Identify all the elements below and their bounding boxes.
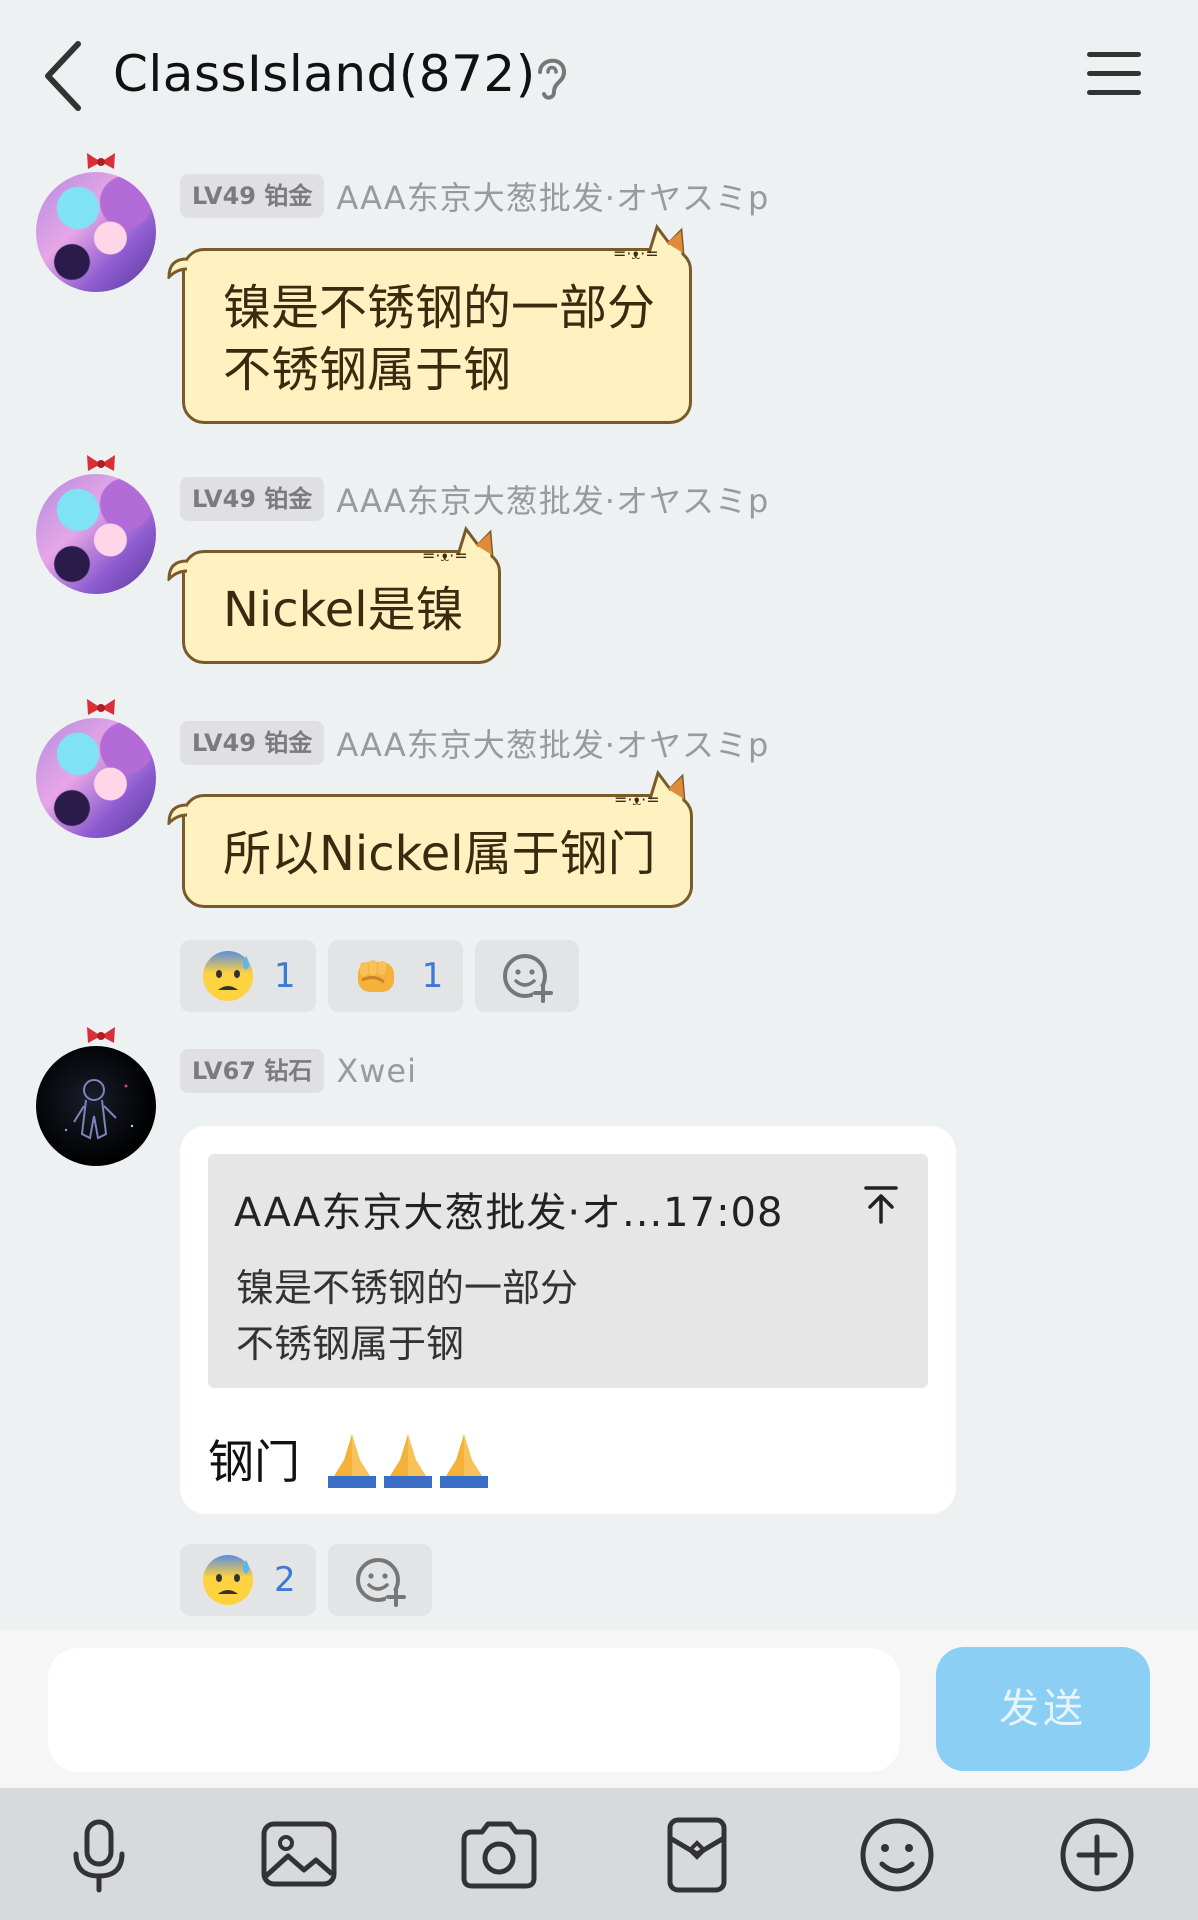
add-reaction-button[interactable]: [327, 1544, 432, 1616]
sender-name[interactable]: AAA东京大葱批发·オヤスミp: [336, 476, 769, 522]
avatar[interactable]: [36, 718, 156, 838]
back-arrow-icon[interactable]: [40, 38, 90, 114]
message-text-line: 所以Nickel属于钢门: [223, 826, 656, 882]
reaction-bar: 1 1: [180, 940, 580, 1012]
message-text: 钢门: [208, 1435, 300, 1489]
menu-icon[interactable]: [1085, 48, 1143, 98]
sender-name[interactable]: AAA东京大葱批发·オヤスミp: [336, 173, 769, 219]
praying-hands-icon: [328, 1434, 376, 1488]
bubble-tail-icon: [167, 559, 188, 581]
level-badge: LV49 铂金: [180, 174, 325, 218]
image-icon[interactable]: [254, 1810, 344, 1900]
reaction-count: 1: [421, 956, 444, 996]
bubble-tail-icon: [167, 803, 188, 825]
message-bubble[interactable]: =·ᴥ·= 所以Nickel属于钢门: [167, 769, 693, 908]
composer: 发送: [0, 1630, 1198, 1788]
message-bubble[interactable]: AAA东京大葱批发·オ...17:08 镍是不锈钢的一部分 不锈钢属于钢 钢门: [180, 1126, 956, 1514]
reaction-chip[interactable]: 1: [180, 940, 316, 1012]
reaction-bar: 2: [180, 1544, 432, 1616]
chat-title[interactable]: ClassIsland(872): [113, 45, 536, 103]
quoted-message[interactable]: AAA东京大葱批发·オ...17:08 镍是不锈钢的一部分 不锈钢属于钢: [208, 1154, 928, 1388]
astronaut-icon: [64, 1079, 134, 1140]
anxious-sweat-face-icon: [203, 951, 253, 1001]
cat-ears-icon: =·ᴥ·=: [422, 525, 494, 565]
anxious-sweat-face-icon: [203, 1555, 253, 1605]
avatar[interactable]: [36, 172, 156, 292]
quote-header: AAA东京大葱批发·オ...17:08: [234, 1190, 784, 1236]
reply-text-row: 钢门: [208, 1426, 492, 1492]
reaction-chip[interactable]: 2: [180, 1544, 316, 1616]
message-bubble[interactable]: =·ᴥ·= 镍是不锈钢的一部分 不锈钢属于钢: [167, 223, 693, 424]
red-packet-icon[interactable]: [652, 1810, 742, 1900]
svg-text:=·ᴥ·=: =·ᴥ·=: [422, 546, 468, 565]
chat-header: ClassIsland(872): [0, 0, 1198, 150]
microphone-icon[interactable]: [54, 1810, 144, 1900]
cat-ears-icon: =·ᴥ·=: [614, 769, 686, 809]
avatar[interactable]: [36, 474, 156, 594]
add-reaction-button[interactable]: [475, 940, 580, 1012]
plus-icon[interactable]: [1052, 1810, 1142, 1900]
pray-emoji-group: [324, 1430, 492, 1488]
bow-icon: [87, 153, 115, 169]
cat-ears-icon: =·ᴥ·=: [613, 223, 685, 263]
add-reaction-icon: [503, 954, 554, 1003]
bow-icon: [87, 1027, 115, 1043]
bow-icon: [87, 699, 115, 715]
sender-row: LV67 钻石 Xwei: [180, 1048, 417, 1094]
bow-icon: [87, 455, 115, 471]
sender-row: LV49 铂金 AAA东京大葱批发·オヤスミp: [180, 476, 769, 522]
sender-name[interactable]: Xwei: [336, 1052, 417, 1090]
send-button[interactable]: 发送: [936, 1647, 1150, 1771]
camera-icon[interactable]: [454, 1810, 544, 1900]
level-badge: LV49 铂金: [180, 721, 325, 765]
quote-body: 镍是不锈钢的一部分 不锈钢属于钢: [236, 1260, 578, 1372]
message-bubble[interactable]: =·ᴥ·= Nickel是镍: [167, 525, 501, 664]
praying-hands-icon: [384, 1434, 432, 1488]
quote-line: 不锈钢属于钢: [236, 1322, 465, 1366]
fist-icon: [357, 960, 394, 992]
message-input[interactable]: [48, 1648, 900, 1772]
praying-hands-icon: [440, 1434, 488, 1488]
emoji-icon[interactable]: [852, 1810, 942, 1900]
message-text-line: 不锈钢属于钢: [223, 342, 512, 398]
reaction-count: 2: [274, 1560, 296, 1600]
level-badge: LV67 钻石: [180, 1049, 325, 1093]
avatar[interactable]: [36, 1046, 156, 1166]
ear-icon[interactable]: [532, 52, 572, 102]
jump-to-quote-icon[interactable]: [862, 1184, 900, 1226]
add-reaction-icon: [355, 1558, 406, 1607]
sender-name[interactable]: AAA东京大葱批发·オヤスミp: [336, 720, 769, 766]
level-badge: LV49 铂金: [180, 477, 325, 521]
quote-line: 镍是不锈钢的一部分: [236, 1266, 579, 1310]
bubble-tail-icon: [167, 257, 188, 279]
reaction-chip[interactable]: 1: [327, 940, 464, 1012]
message-text-line: Nickel是镍: [223, 582, 464, 638]
reaction-count: 1: [274, 956, 296, 996]
svg-text:=·ᴥ·=: =·ᴥ·=: [613, 244, 659, 263]
svg-text:=·ᴥ·=: =·ᴥ·=: [614, 790, 660, 809]
input-toolbar: [0, 1788, 1198, 1920]
sender-row: LV49 铂金 AAA东京大葱批发·オヤスミp: [180, 720, 769, 766]
message-text-line: 镍是不锈钢的一部分: [223, 280, 656, 336]
sender-row: LV49 铂金 AAA东京大葱批发·オヤスミp: [180, 173, 769, 219]
